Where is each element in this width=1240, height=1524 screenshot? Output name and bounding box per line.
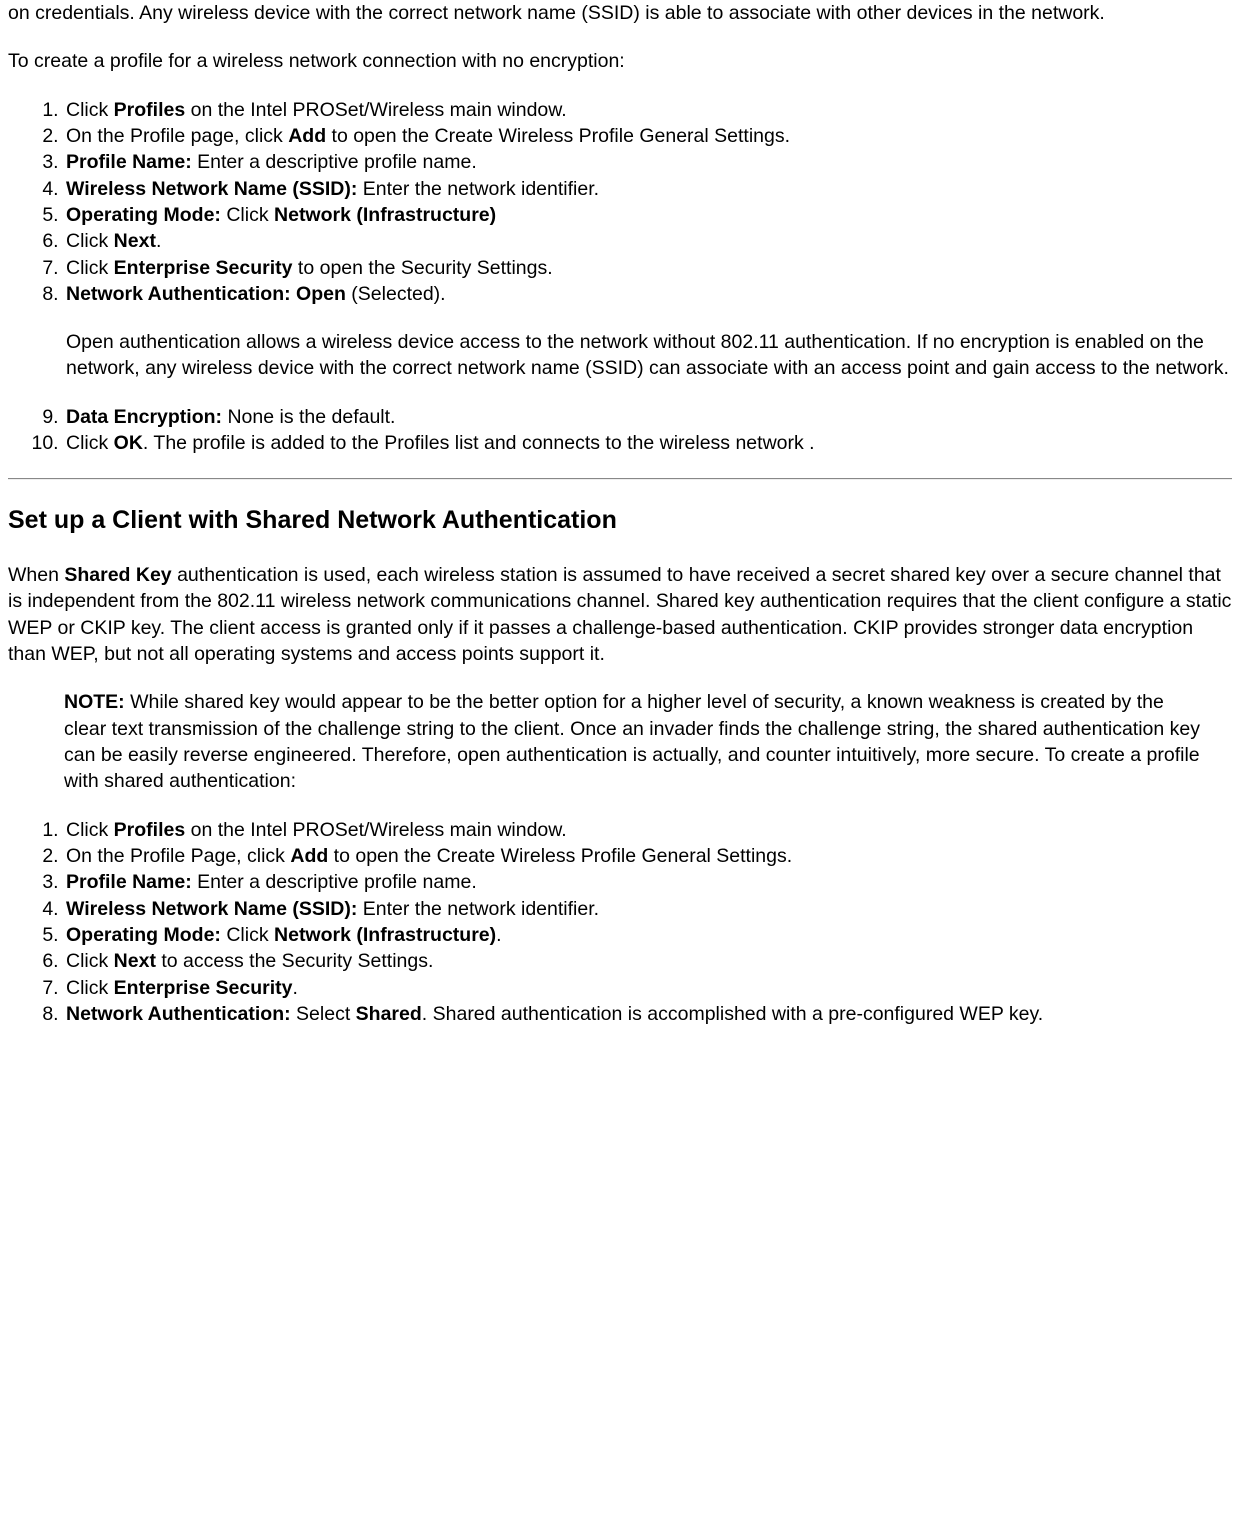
intro-paragraph-1: on credentials. Any wireless device with… bbox=[8, 0, 1232, 26]
list-item: Click Profiles on the Intel PROSet/Wirel… bbox=[64, 97, 1232, 123]
list-item: On the Profile page, click Add to open t… bbox=[64, 123, 1232, 149]
list-item: Profile Name: Enter a descriptive profil… bbox=[64, 149, 1232, 175]
list-item: Click Next to access the Security Settin… bbox=[64, 948, 1232, 974]
note-block: NOTE: While shared key would appear to b… bbox=[64, 689, 1232, 794]
list-item: Click Profiles on the Intel PROSet/Wirel… bbox=[64, 817, 1232, 843]
list-item: Operating Mode: Click Network (Infrastru… bbox=[64, 202, 1232, 228]
steps-list-no-encryption: Click Profiles on the Intel PROSet/Wirel… bbox=[8, 97, 1232, 457]
list-item: Wireless Network Name (SSID): Enter the … bbox=[64, 896, 1232, 922]
section-divider bbox=[8, 478, 1232, 480]
list-item: On the Profile Page, click Add to open t… bbox=[64, 843, 1232, 869]
shared-key-paragraph: When Shared Key authentication is used, … bbox=[8, 562, 1232, 667]
intro-paragraph-2: To create a profile for a wireless netwo… bbox=[8, 48, 1232, 74]
list-item: Click OK. The profile is added to the Pr… bbox=[64, 430, 1232, 456]
list-item: Network Authentication: Open (Selected).… bbox=[64, 281, 1232, 382]
list-item: Click Enterprise Security. bbox=[64, 975, 1232, 1001]
list-item: Wireless Network Name (SSID): Enter the … bbox=[64, 176, 1232, 202]
list-item: Operating Mode: Click Network (Infrastru… bbox=[64, 922, 1232, 948]
list-item: Click Enterprise Security to open the Se… bbox=[64, 255, 1232, 281]
open-auth-description: Open authentication allows a wireless de… bbox=[66, 329, 1232, 382]
list-item: Data Encryption: None is the default. bbox=[64, 404, 1232, 430]
list-item: Network Authentication: Select Shared. S… bbox=[64, 1001, 1232, 1027]
steps-list-shared-auth: Click Profiles on the Intel PROSet/Wirel… bbox=[8, 817, 1232, 1028]
list-item: Profile Name: Enter a descriptive profil… bbox=[64, 869, 1232, 895]
section-heading-shared-auth: Set up a Client with Shared Network Auth… bbox=[8, 504, 1232, 538]
list-item: Click Next. bbox=[64, 228, 1232, 254]
